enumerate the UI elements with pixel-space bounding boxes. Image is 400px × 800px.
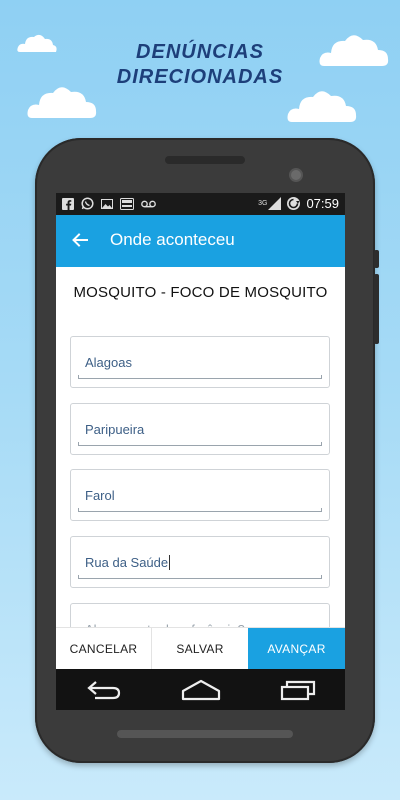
phone-side-button (374, 250, 379, 268)
field-underline (78, 508, 322, 512)
state-field-value: Alagoas (85, 355, 132, 370)
promo-headline: DENÚNCIAS DIRECIONADAS (0, 40, 400, 90)
headline-line-1: DENÚNCIAS (136, 41, 264, 63)
back-icon[interactable] (85, 679, 123, 701)
phone-screen: 3G 07:59 Onde aconteceu MOSQUITO - FOCO … (56, 193, 345, 710)
field-underline (78, 375, 322, 379)
cancel-button[interactable]: CANCELAR (56, 628, 152, 670)
arrow-left-icon[interactable] (70, 230, 90, 250)
headline-line-2: DIRECIONADAS (116, 66, 284, 88)
status-bar: 3G 07:59 (56, 193, 345, 215)
whatsapp-icon (81, 197, 94, 210)
home-icon[interactable] (181, 679, 221, 701)
phone-bottom-grille (117, 730, 293, 738)
phone-speaker (165, 156, 245, 164)
street-field-value: Rua da Saúde (85, 555, 171, 570)
image-icon (101, 198, 113, 209)
system-nav-bar (56, 669, 345, 710)
badge-icon (120, 197, 134, 210)
next-button[interactable]: AVANÇAR (248, 628, 345, 670)
state-field[interactable]: Alagoas (70, 336, 330, 388)
clock: 07:59 (306, 196, 339, 211)
cloud-icon (287, 91, 357, 122)
action-bar: CANCELAR SALVAR AVANÇAR (56, 627, 345, 670)
recents-icon[interactable] (280, 679, 316, 701)
network-type-label: 3G (258, 200, 268, 207)
neighborhood-field[interactable]: Farol (70, 469, 330, 521)
facebook-icon (62, 197, 74, 210)
voicemail-icon (141, 200, 156, 207)
report-subject: MOSQUITO - FOCO DE MOSQUITO (73, 284, 328, 301)
field-underline (78, 575, 322, 579)
field-underline (78, 442, 322, 446)
phone-camera (289, 168, 303, 182)
street-field[interactable]: Rua da Saúde (70, 536, 330, 588)
neighborhood-field-value: Farol (85, 488, 115, 503)
app-bar-title: Onde aconteceu (110, 230, 235, 249)
app-bar: Onde aconteceu (56, 215, 345, 267)
sync-icon (287, 197, 301, 210)
phone-side-button (374, 274, 379, 344)
city-field[interactable]: Paripueira (70, 403, 330, 455)
city-field-value: Paripueira (85, 422, 145, 437)
save-button[interactable]: SALVAR (152, 628, 248, 670)
phone-frame: 3G 07:59 Onde aconteceu MOSQUITO - FOCO … (35, 138, 379, 763)
text-cursor (169, 555, 171, 570)
signal-icon (268, 197, 282, 210)
